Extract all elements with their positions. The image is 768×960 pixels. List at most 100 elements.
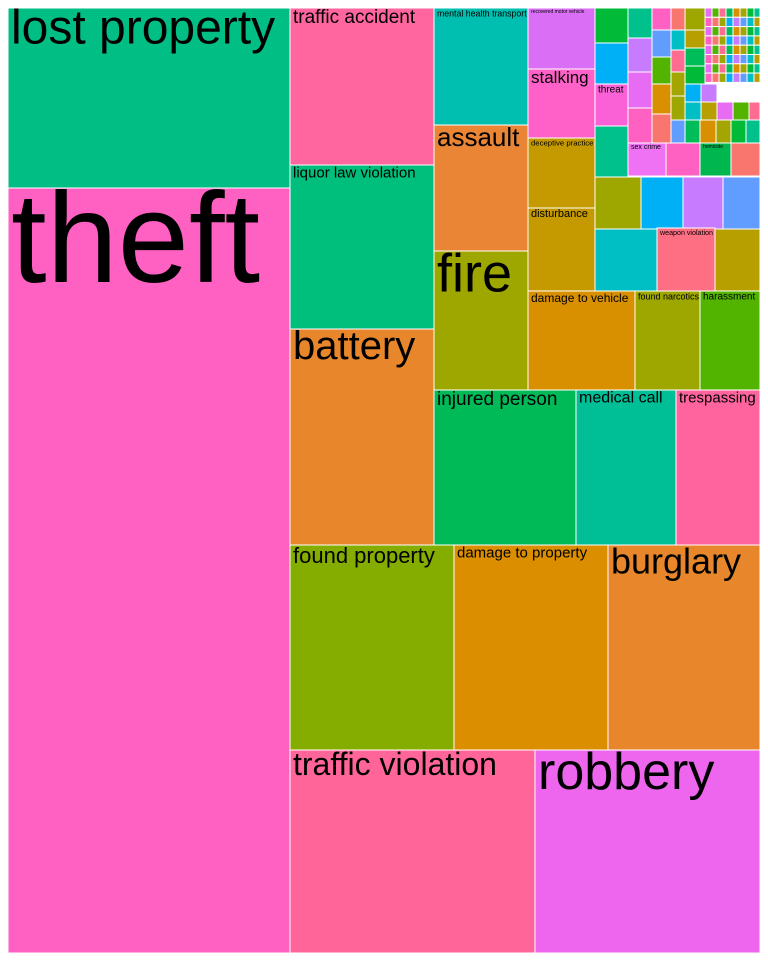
tile-rect [289,544,455,751]
tile-sex-crime: sex crime [627,142,667,177]
small-tile [748,101,761,121]
small-tile [746,16,755,28]
small-tile [651,56,672,85]
small-tile [718,72,727,83]
small-tile [711,63,720,74]
tile-label: found property [293,543,435,568]
small-tile [711,54,720,65]
small-tile [732,72,741,83]
tile-fire: fire [433,243,529,391]
small-tile [594,228,658,292]
tile-rect [433,7,529,126]
small-tile [746,44,755,56]
tile-harassment: harassment [699,290,761,391]
tile-weapon-violation: weapon violation [656,227,716,292]
small-tile [700,101,718,121]
tile-label: deceptive practice [531,139,593,148]
tile-label: injured person [437,389,557,410]
small-tile [739,54,748,65]
small-tile [725,26,734,37]
small-tile [746,26,755,37]
tile-battery: battery [289,324,435,546]
small-tile [704,63,713,74]
small-tile [746,35,755,46]
small-tile [711,16,720,28]
tile-theft: theft [7,167,291,954]
tile-label: traffic accident [293,7,416,28]
tile-label: lost property [11,2,275,55]
small-tile [627,71,653,109]
tile-label: recovered motor vehicle [531,9,585,15]
small-tile [732,44,741,56]
small-tile [739,26,748,37]
small-tile [732,7,741,18]
small-tile [670,7,686,31]
small-tile [739,44,748,56]
tile-deceptive-practice: deceptive practice [527,137,596,209]
small-tile [594,7,629,44]
tile-damage-to-vehicle: damage to vehicle [527,290,636,391]
small-tile [718,63,727,74]
small-tile [746,54,755,65]
tile-damage-to-property: damage to property [453,544,609,751]
small-tile [711,72,720,83]
small-tile [745,119,761,144]
small-tile [684,47,706,67]
small-tile [684,119,701,144]
small-tile [651,7,672,31]
small-tile [725,7,734,18]
small-tile [746,72,755,83]
tile-label: burglary [611,540,741,581]
small-tile [725,35,734,46]
tile-burglary: burglary [607,540,761,751]
small-tile [670,95,686,121]
small-tile [704,44,713,56]
small-tile [746,7,755,18]
tile-rect [527,137,596,209]
tile-recovered-motor-vehicle: recovered motor vehicle [527,7,596,70]
tile-rect [453,544,609,751]
small-tile [718,35,727,46]
small-tile [725,72,734,83]
small-tile [704,72,713,83]
tile-mental-health-transport: mental health transport [433,7,529,126]
small-tile [640,176,684,230]
small-tile [716,101,734,121]
tile-traffic-violation: traffic violation [289,746,536,954]
small-tile [732,35,741,46]
small-tile [730,119,747,144]
small-tile [594,42,629,85]
small-tile [684,7,706,31]
tile-label: mental health transport [437,8,527,18]
small-tile [594,176,642,230]
tile-rect [634,290,701,391]
tile-rect [527,207,596,292]
small-tile [682,176,724,230]
small-tile [670,71,686,97]
small-tile [718,44,727,56]
tile-label: damage to property [457,544,588,561]
tile-label: found narcotics [638,291,699,301]
tile-label: damage to vehicle [531,291,629,305]
tile-label: fire [437,243,512,303]
small-tile [665,142,701,177]
tile-injured-person: injured person [433,389,577,546]
tile-label: sex crime [631,144,661,151]
small-tile [730,142,761,177]
small-tile [725,63,734,74]
small-tile [627,7,653,39]
tile-label: medical call [579,389,663,406]
small-tile [739,16,748,28]
tile-found-property: found property [289,543,455,751]
tile-rect [575,389,677,546]
small-tile [732,26,741,37]
small-tile [711,26,720,37]
small-tile [732,101,750,121]
tile-label: assault [437,122,520,152]
tile-stalking: stalking [527,68,596,139]
small-tile [704,26,713,37]
small-tile [699,119,717,144]
small-tile [746,63,755,74]
tile-rect [675,389,761,546]
tile-rect [289,164,435,330]
